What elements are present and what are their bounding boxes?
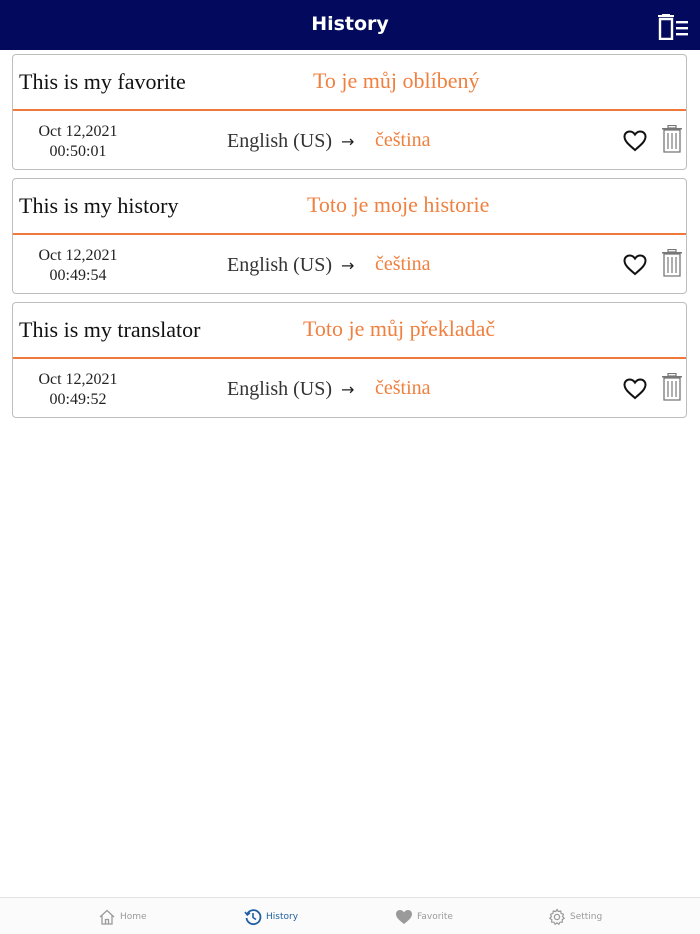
history-list: This is my favorite To je můj oblíbený O… (12, 54, 687, 426)
tab-label: Home (120, 912, 147, 922)
target-language: čeština (375, 377, 431, 399)
tab-favorite[interactable]: Favorite (395, 906, 453, 928)
gear-icon (548, 908, 566, 926)
navigation-bar: History (0, 0, 700, 50)
translated-text: Toto je moje historie (307, 192, 490, 217)
card-meta-row: Oct 12,2021 00:50:01 English (US) → češt… (13, 113, 686, 169)
timestamp: Oct 12,2021 00:49:52 (23, 370, 133, 410)
source-text: This is my translator (19, 317, 201, 342)
arrow-icon: → (341, 256, 355, 275)
source-language: English (US) (227, 378, 332, 400)
timestamp: Oct 12,2021 00:50:01 (23, 122, 133, 162)
arrow-icon: → (341, 132, 355, 151)
timestamp: Oct 12,2021 00:49:54 (23, 246, 133, 286)
target-language: čeština (375, 129, 431, 151)
tab-label: Setting (570, 912, 603, 922)
trash-icon[interactable] (661, 373, 683, 401)
tab-history[interactable]: History (244, 906, 298, 928)
card-text-row: This is my translator Toto je můj překla… (13, 303, 686, 359)
tab-home[interactable]: Home (98, 906, 147, 928)
time-label: 00:49:54 (49, 267, 107, 284)
date-label: Oct 12,2021 (38, 247, 118, 264)
source-language: English (US) (227, 254, 332, 276)
heart-filled-icon (396, 910, 412, 924)
history-card[interactable]: This is my translator Toto je můj překla… (12, 302, 687, 418)
time-label: 00:50:01 (49, 143, 107, 160)
card-meta-row: Oct 12,2021 00:49:54 English (US) → češt… (13, 237, 686, 293)
tab-bar: Home History Favorite Setting (0, 897, 700, 934)
date-label: Oct 12,2021 (38, 371, 118, 388)
target-language: čeština (375, 253, 431, 275)
trash-icon[interactable] (661, 125, 683, 153)
tab-setting[interactable]: Setting (548, 906, 602, 928)
heart-icon[interactable] (623, 130, 647, 152)
history-card[interactable]: This is my favorite To je můj oblíbený O… (12, 54, 687, 170)
tab-label: Favorite (417, 912, 453, 922)
heart-icon[interactable] (623, 378, 647, 400)
time-label: 00:49:52 (49, 391, 107, 408)
trash-icon[interactable] (661, 249, 683, 277)
history-card[interactable]: This is my history Toto je moje historie… (12, 178, 687, 294)
date-label: Oct 12,2021 (38, 123, 118, 140)
card-text-row: This is my history Toto je moje historie (13, 179, 686, 235)
card-meta-row: Oct 12,2021 00:49:52 English (US) → češt… (13, 361, 686, 417)
source-text: This is my history (19, 193, 179, 218)
tab-label: History (266, 912, 299, 922)
home-icon (99, 909, 115, 925)
page-title: History (311, 13, 389, 35)
source-text: This is my favorite (19, 69, 186, 94)
source-language: English (US) (227, 130, 332, 152)
history-icon (244, 909, 262, 926)
heart-icon[interactable] (623, 254, 647, 276)
card-text-row: This is my favorite To je můj oblíbený (13, 55, 686, 111)
arrow-icon: → (341, 380, 355, 399)
translated-text: Toto je můj překladač (303, 316, 496, 341)
translated-text: To je můj oblíbený (313, 68, 480, 93)
clear-list-icon[interactable] (656, 14, 690, 40)
